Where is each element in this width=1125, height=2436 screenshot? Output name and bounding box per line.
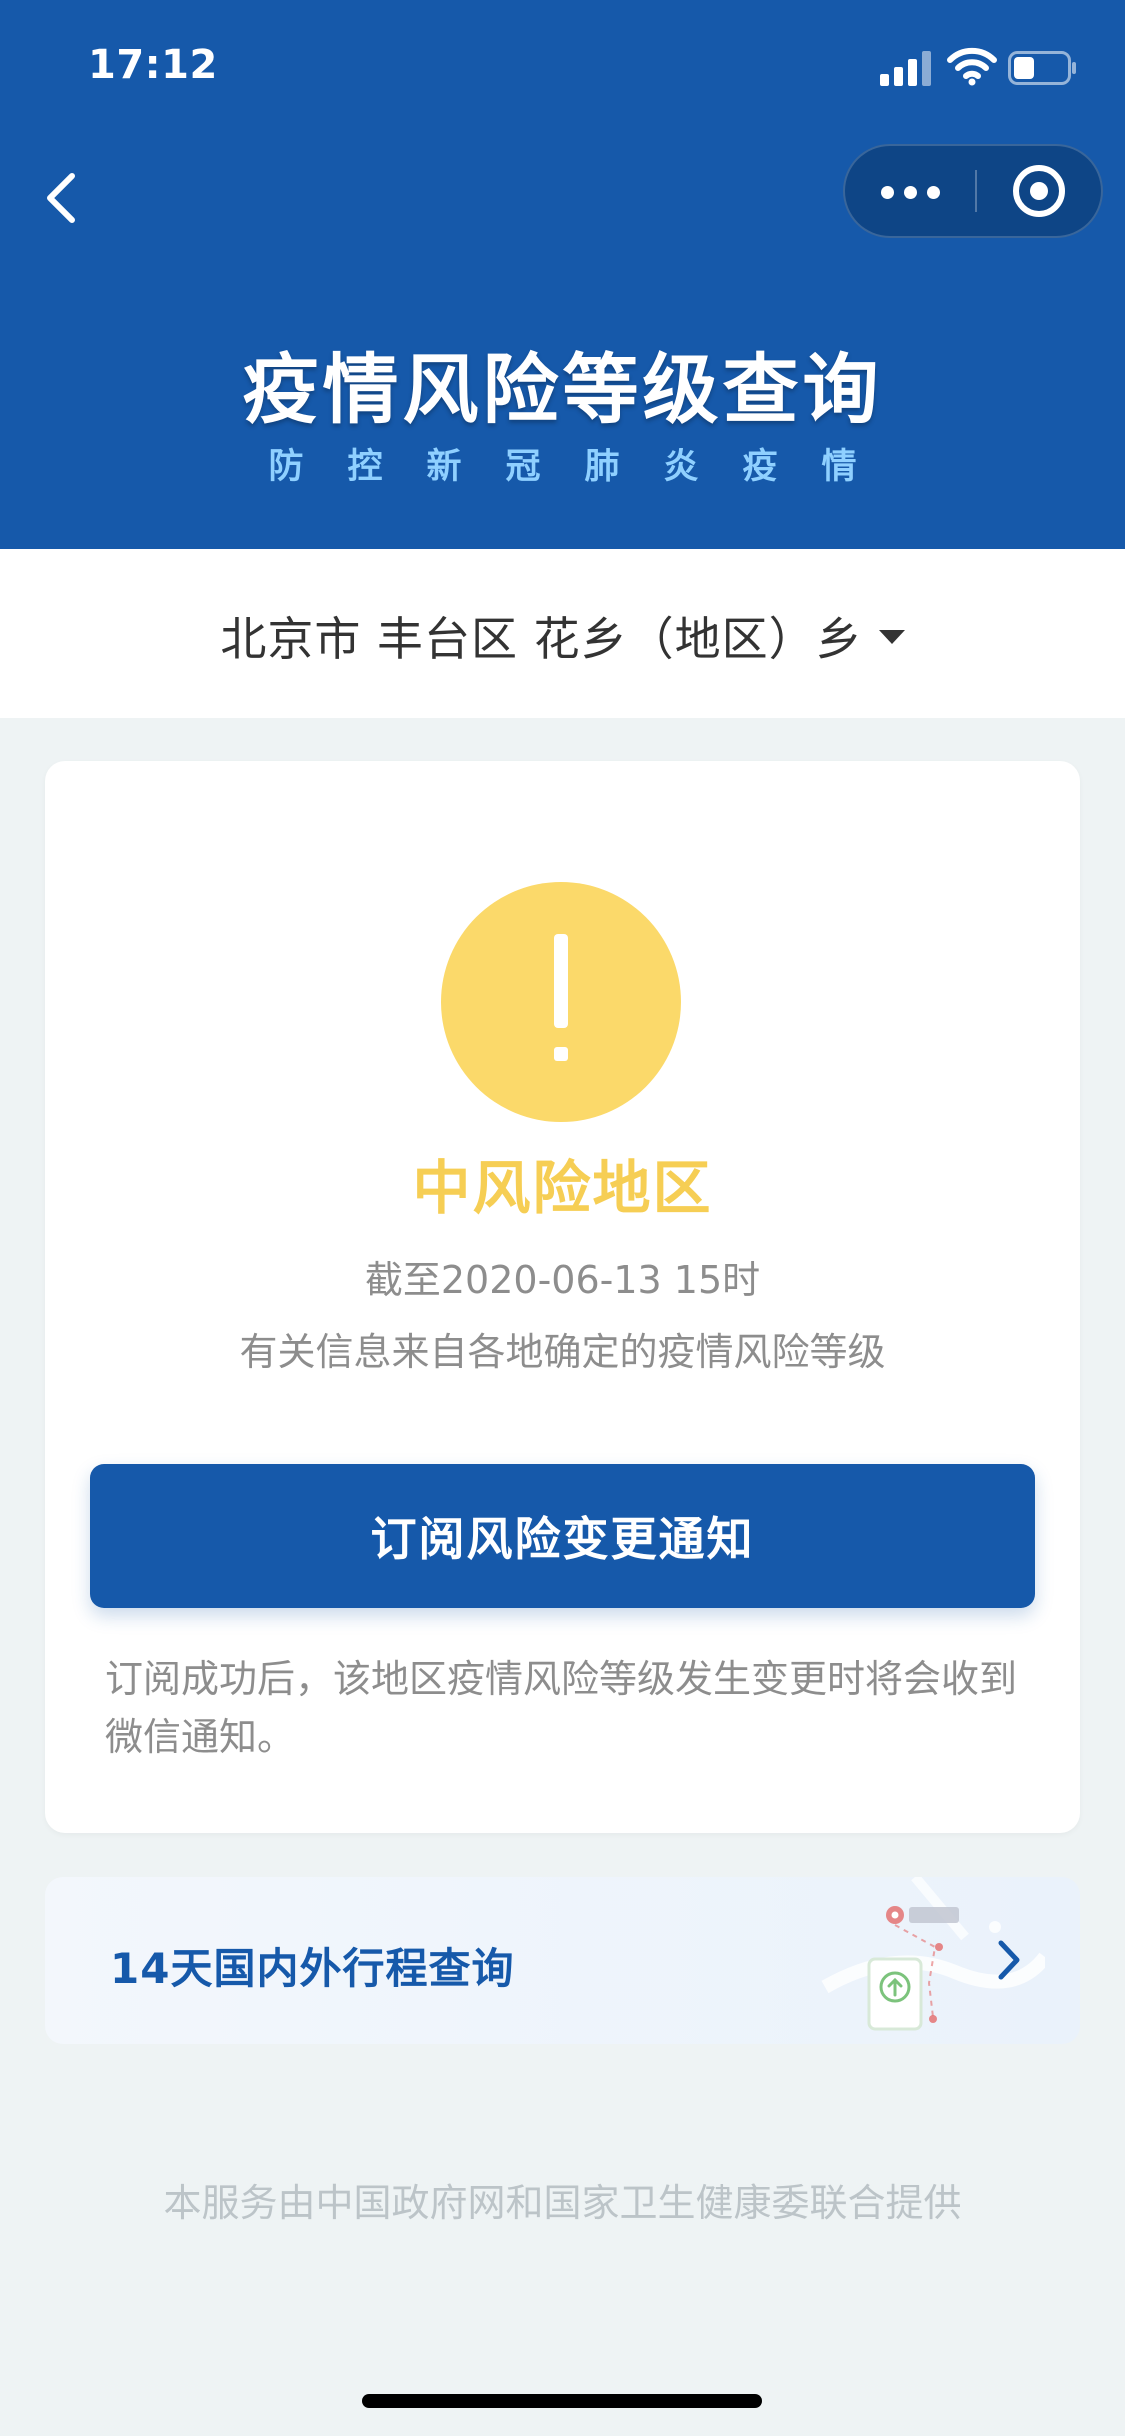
risk-card: 中风险地区 截至2020-06-13 15时 有关信息来自各地确定的疫情风险等级… bbox=[45, 761, 1080, 1833]
risk-source-note: 有关信息来自各地确定的疫情风险等级 bbox=[239, 1330, 886, 1374]
subscribe-note: 订阅成功后，该地区疫情风险等级发生变更时将会收到微信通知。 bbox=[105, 1657, 1018, 1759]
exclamation-icon bbox=[441, 882, 681, 1122]
trip-query-title: 14天国内外行程查询 bbox=[110, 1944, 515, 1993]
close-mini-program-button[interactable] bbox=[977, 146, 1101, 236]
target-circle-icon bbox=[1013, 165, 1065, 217]
mini-program-capsule bbox=[843, 144, 1103, 238]
subscribe-button[interactable]: 订阅风险变更通知 bbox=[90, 1464, 1035, 1608]
page-title: 疫情风险等级查询 bbox=[242, 345, 883, 434]
back-button[interactable] bbox=[32, 158, 92, 238]
status-time: 17:12 bbox=[88, 42, 218, 88]
battery-icon bbox=[1008, 51, 1076, 85]
chevron-right-icon bbox=[998, 1940, 1020, 1980]
location-selector[interactable]: 北京市 丰台区 花乡（地区）乡 bbox=[0, 549, 1125, 718]
risk-level: 中风险地区 bbox=[412, 1154, 713, 1222]
risk-updated-time: 截至2020-06-13 15时 bbox=[364, 1258, 761, 1302]
chevron-left-icon bbox=[47, 173, 75, 223]
location-text: 北京市 丰台区 花乡（地区）乡 bbox=[220, 612, 863, 666]
cellular-signal-icon bbox=[880, 50, 932, 86]
page-subtitle: 防控新冠肺炎疫情 bbox=[268, 447, 901, 487]
more-button[interactable] bbox=[845, 146, 975, 236]
caret-down-icon bbox=[878, 630, 905, 644]
trip-query-card[interactable]: 14天国内外行程查询 bbox=[45, 1877, 1080, 2044]
home-indicator[interactable] bbox=[362, 2394, 762, 2408]
wifi-icon bbox=[947, 47, 997, 86]
footer-credit: 本服务由中国政府网和国家卫生健康委联合提供 bbox=[163, 2181, 962, 2225]
header: 17:12 疫情风险等级查询 防控新冠肺炎疫情 bbox=[0, 0, 1125, 549]
